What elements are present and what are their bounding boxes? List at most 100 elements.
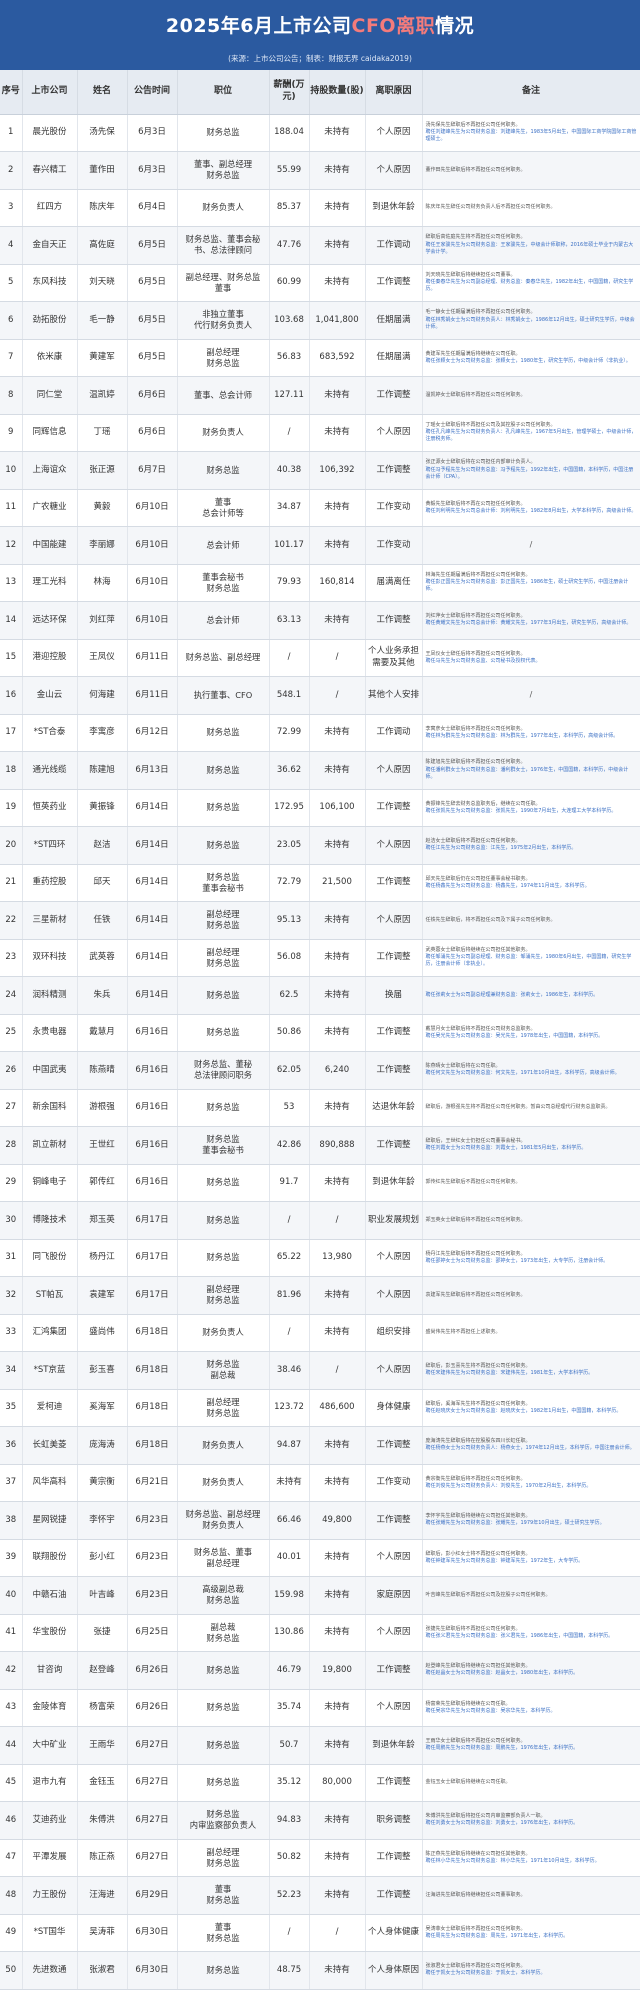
cell-name: 郭传红 — [77, 1164, 128, 1202]
cell-salary: 35.12 — [269, 1764, 310, 1802]
note-text: 辞职后，奚海军先生将不再担任公司任何职务。 — [425, 1400, 531, 1407]
cell-no: 18 — [0, 751, 23, 790]
cell-salary: 94.83 — [269, 1801, 310, 1840]
cell-name: 毛一静 — [77, 301, 128, 340]
cell-shares: 未持有 — [309, 489, 366, 527]
cell-position: 财务总监 董事会秘书 — [177, 1126, 270, 1165]
title-suffix: 情况 — [435, 15, 475, 37]
cell-position: 财务负责人 — [177, 1314, 270, 1352]
note-appointment: 聘任王家骏先生为公司财务总监：王家骏先生，中级会计师职称，2016年硕士毕业于内… — [425, 241, 634, 255]
cell-name: 董作田 — [77, 151, 128, 190]
cell-no: 27 — [0, 1089, 23, 1127]
cell-position: 高级副总裁 财务总监 — [177, 1576, 270, 1615]
cell-shares: 未持有 — [309, 526, 366, 565]
cell-name: 李寓彦 — [77, 714, 128, 752]
cell-company: 广农糖业 — [22, 489, 78, 527]
cell-date: 6月17日 — [127, 1239, 178, 1277]
cell-note: 杨丹江先生辞职后将不再担任公司任何职务。 聘任邵婷女士为公司财务总监：邵婷女士，1… — [422, 1239, 640, 1277]
note-appointment: 聘任张耀先生为公司财务总监：张耀先生，1979年10月出生，硕士研究生学历。 — [425, 1520, 605, 1527]
cell-name: 张正源 — [77, 451, 128, 490]
cell-no: 45 — [0, 1764, 23, 1802]
cell-date: 6月25日 — [127, 1614, 178, 1652]
table-row: 4 金自天正 高佐庭 6月5日 财务总监、董事会秘书、总法律顾问 47.76 未持有 工作调动… — [0, 226, 640, 265]
table-row: 9 同辉信息 丁瑶 6月6日 财务负责人 / 未持有 个人原因 丁瑶女士辞职后将不再担任公司及其… — [0, 414, 640, 452]
cell-name: 任铁 — [77, 901, 128, 940]
note-appointment: 聘任冯予程先生为公司财务总监：冯予程先生，1992年出生，中国国籍，本科学历，中… — [425, 466, 634, 480]
cell-date: 6月14日 — [127, 976, 178, 1015]
table-row: 7 依米康 黄建军 6月5日 副总经理 财务总监 56.83 683,592 任期届满 黄建军先… — [0, 339, 640, 377]
title-highlight: CFO离职 — [351, 15, 436, 37]
table-row: 11 广农糖业 黄毅 6月10日 董事 总会计师等 34.87 未持有 工作变动 黄毅先生辞职后… — [0, 489, 640, 527]
cell-shares: 21,500 — [309, 864, 366, 902]
table-row: 8 同仁堂 温凯婷 6月6日 董事、总会计师 127.11 未持有 工作调整 温凯婷女士辞职后将… — [0, 376, 640, 415]
cell-salary: 40.38 — [269, 451, 310, 490]
cell-note: 李寓彦女士辞职后将不再担任公司任何职务。 聘任林为群先生为公司财务总监：林为群先生… — [422, 714, 640, 752]
cell-shares: 6,240 — [309, 1051, 366, 1090]
table-row: 1 晨光股份 汤先保 6月3日 财务总监 188.04 未持有 个人原因 汤先保先生辞职后不再担… — [0, 114, 640, 152]
table-row: 20 *ST四环 赵洁 6月14日 财务总监 23.05 未持有 个人原因 赵洁女士辞职后将不再… — [0, 826, 640, 865]
cell-name: 何海建 — [77, 676, 128, 715]
cell-no: 47 — [0, 1839, 23, 1877]
table-row: 32 ST帕瓦 袁建军 6月17日 副总经理 财务总监 81.96 未持有 个人原因 袁建军先生… — [0, 1276, 640, 1315]
cell-company: 港迎控股 — [22, 639, 78, 677]
cell-note: 辞职后高佐庭先生将不再担任公司任何职务。 聘任王家骏先生为公司财务总监：王家骏先生… — [422, 226, 640, 265]
table-row: 49 *ST国华 吴涛菲 6月30日 董事 财务总监 / / 个人身体健康 吴涛菲女士辞职后将不… — [0, 1914, 640, 1952]
note-text: 盛尚伟先生将不再担任上述职务。 — [425, 1329, 501, 1336]
table-row: 44 大中矿业 王雨华 6月27日 财务总监 50.7 未持有 到退休年龄 王雨华女士辞职后将不… — [0, 1726, 640, 1765]
cell-position: 财务负责人 — [177, 414, 270, 452]
cell-reason: 其他个人安排 — [365, 676, 423, 715]
cell-date: 6月4日 — [127, 189, 178, 227]
cell-position: 董事 总会计师等 — [177, 489, 270, 527]
cell-no: 42 — [0, 1651, 23, 1690]
cell-date: 6月6日 — [127, 376, 178, 415]
note-text: 袁建军先生辞职后将不再担任公司任何职务。 — [425, 1291, 526, 1298]
cell-position: 副总经理 财务总监 — [177, 1276, 270, 1315]
cell-company: 同飞股份 — [22, 1239, 78, 1277]
cell-salary: 48.75 — [269, 1951, 310, 1990]
cell-no: 15 — [0, 639, 23, 677]
cell-company: 金自天正 — [22, 226, 78, 265]
cell-reason: 工作调整 — [365, 1764, 423, 1802]
cell-company: *ST四环 — [22, 826, 78, 865]
note-appointment: 聘任林秀娟女士为公司财务负责人：林秀娟女士，1986年12月出生，硕士研究生学历… — [425, 316, 635, 330]
cell-no: 11 — [0, 489, 23, 527]
cell-date: 6月27日 — [127, 1726, 178, 1765]
cell-shares: 未持有 — [309, 601, 366, 640]
note-text: 毛一静女士任期届满后将不再担任公司任何职务。 — [425, 309, 536, 316]
table-row: 22 三星新材 任铁 6月14日 副总经理 财务总监 95.13 未持有 个人原因 任铁先生辞职… — [0, 901, 640, 940]
cell-salary: 63.13 — [269, 601, 310, 640]
cell-position: 执行董事、CFO — [177, 676, 270, 715]
cell-reason: 工作调整 — [365, 1839, 423, 1877]
cell-no: 4 — [0, 226, 23, 265]
cell-salary: 34.87 — [269, 489, 310, 527]
cell-note: 毛一静女士任期届满后将不再担任公司任何职务。 聘任林秀娟女士为公司财务负责人：林秀… — [422, 301, 640, 340]
cell-salary: 103.68 — [269, 301, 310, 340]
cell-salary: / — [269, 1314, 310, 1352]
table-row: 18 通光线缆 陈建旭 6月13日 财务总监 36.62 未持有 个人原因 陈建旭先生辞职后将不… — [0, 751, 640, 790]
cell-reason: 工作调整 — [365, 864, 423, 902]
note-appointment: 聘任杨燕女士为公司财务负责人：杨燕女士，1974年12月出生，本科学历，中国注册… — [425, 1445, 635, 1452]
cell-salary: 101.17 — [269, 526, 310, 565]
cell-shares: 未持有 — [309, 901, 366, 940]
cell-reason: 个人原因 — [365, 414, 423, 452]
cell-no: 25 — [0, 1014, 23, 1052]
note-text: 温凯婷女士辞职后将不再担任公司任何职务。 — [425, 391, 526, 398]
cell-no: 19 — [0, 789, 23, 827]
cell-reason: 工作变动 — [365, 1464, 423, 1502]
cell-shares: 13,980 — [309, 1239, 366, 1277]
cell-salary: 47.76 — [269, 226, 310, 265]
col-note: 备注 — [422, 70, 640, 115]
cell-shares: 49,800 — [309, 1501, 366, 1540]
cell-position: 副总经理 财务总监 — [177, 339, 270, 377]
cell-name: 邱天 — [77, 864, 128, 902]
cell-no: 2 — [0, 151, 23, 190]
note-text: 李寓彦女士辞职后将不再担任公司任何职务。 — [425, 725, 526, 732]
cell-date: 6月18日 — [127, 1389, 178, 1427]
cell-position: 财务总监 — [177, 1951, 270, 1990]
cell-salary: 95.13 — [269, 901, 310, 940]
cell-reason: 个人原因 — [365, 751, 423, 790]
cell-no: 1 — [0, 114, 23, 152]
cell-company: *ST京蓝 — [22, 1351, 78, 1390]
cell-no: 10 — [0, 451, 23, 490]
cell-position: 财务总监 — [177, 1651, 270, 1690]
